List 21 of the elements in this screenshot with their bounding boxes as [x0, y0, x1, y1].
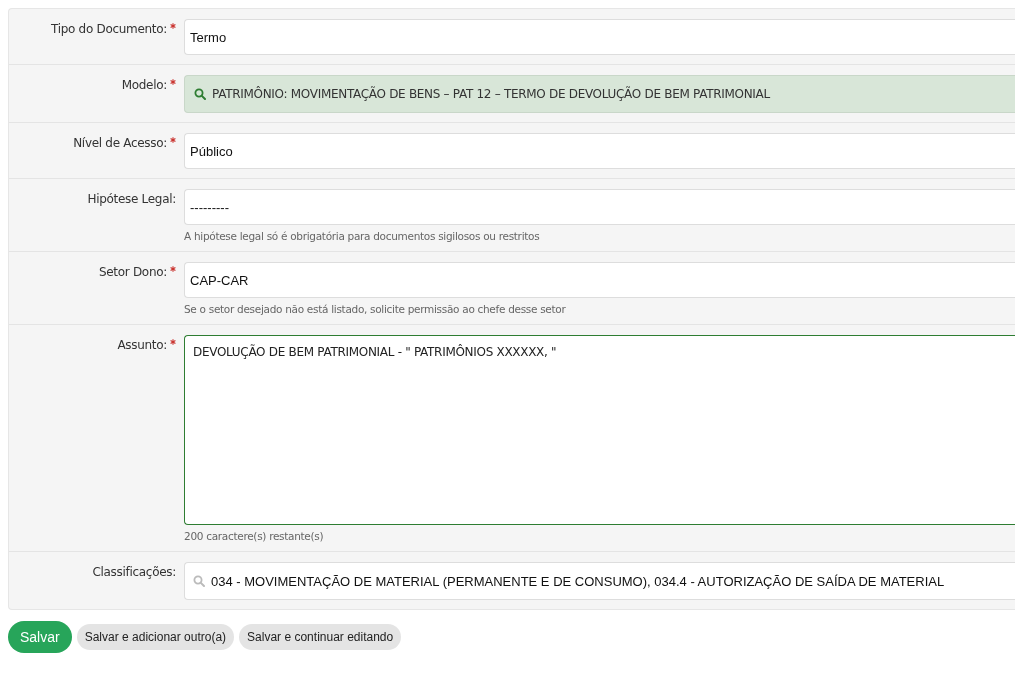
- field-label: Hipótese Legal:: [87, 192, 176, 206]
- field-label: Setor Dono:: [98, 265, 167, 279]
- search-icon: [193, 575, 205, 587]
- field-label: Classificações:: [92, 565, 176, 579]
- field-label: Modelo:: [121, 78, 167, 92]
- select-field[interactable]: Público: [184, 133, 1015, 169]
- search-field[interactable]: 034 - MOVIMENTAÇÃO DE MATERIAL (PERMANENTE E DE CONSUMO), 034.4 - AUTORIZAÇÃO DE SAÍDA DE MATERIAL: [184, 562, 1015, 600]
- help-text: 200 caractere(s) restante(s): [184, 530, 325, 542]
- selected-model-field[interactable]: PATRIMÔNIO: MOVIMENTAÇÃO DE BENS – PAT 12 – TERMO DE DEVOLUÇÃO DE BEM PATRIMONIAL: [184, 75, 1015, 113]
- secondary-button[interactable]: Salvar e adicionar outro(a): [76, 624, 235, 650]
- help-text: A hipótese legal só é obrigatória para documentos sigilosos ou restritos: [184, 230, 541, 242]
- field-label: Assunto:: [117, 338, 167, 352]
- field-label: Nível de Acesso:: [73, 136, 167, 150]
- text-area[interactable]: DEVOLUÇÃO DE BEM PATRIMONIAL - " PATRIMÔNIOS XXXXXX, ": [184, 335, 1015, 525]
- select-field[interactable]: CAP-CAR: [184, 262, 1015, 298]
- field-label: Tipo do Documento:: [51, 22, 167, 36]
- search-icon: [194, 88, 206, 100]
- select-field[interactable]: ---------: [184, 189, 1015, 225]
- help-text: Se o setor desejado não está listado, solicite permissão ao chefe desse setor: [184, 303, 567, 315]
- select-field[interactable]: Termo: [184, 19, 1015, 55]
- secondary-button[interactable]: Salvar e continuar editando: [239, 624, 402, 650]
